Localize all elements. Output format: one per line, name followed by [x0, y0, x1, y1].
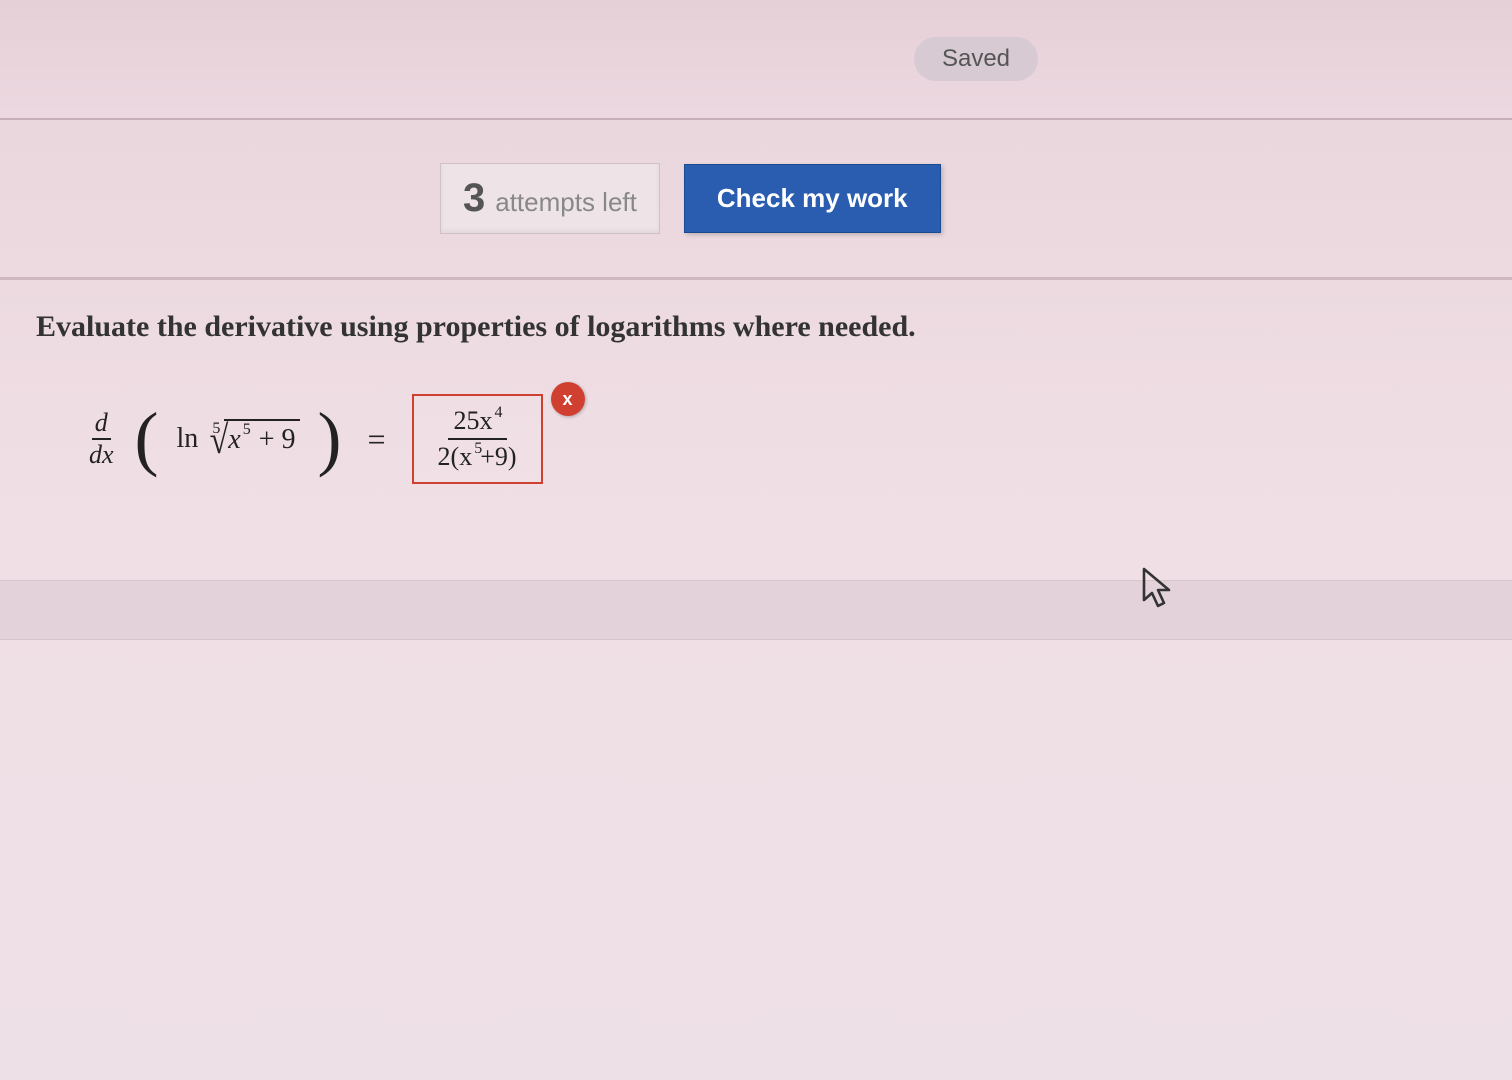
- attempts-count: 3: [463, 176, 485, 221]
- radical-icon: √: [210, 416, 229, 463]
- d-numerator: d: [92, 410, 111, 440]
- toolbar: 3 attempts left Check my work: [0, 120, 1512, 280]
- dx-denominator: dx: [86, 440, 117, 468]
- denominator-tail: +9): [480, 442, 516, 472]
- ln-label: ln: [177, 423, 199, 455]
- numerator-coefficient: 25x: [454, 406, 493, 436]
- answer-numerator: 25x 4: [448, 404, 507, 440]
- radicand-base: x: [228, 424, 240, 456]
- attempts-label: attempts left: [495, 187, 637, 218]
- header-bar: Saved: [0, 0, 1512, 120]
- denominator-exponent: 5: [474, 440, 482, 458]
- equation: d dx ( ln 5 √ x 5 + 9 ) = 25x 4: [36, 394, 1476, 484]
- answer-fraction: 25x 4 2(x 5 +9): [432, 404, 523, 474]
- answer-input-box[interactable]: 25x 4 2(x 5 +9) x: [412, 394, 543, 484]
- attempts-remaining: 3 attempts left: [440, 163, 660, 234]
- numerator-exponent: 4: [495, 404, 503, 422]
- plus-nine: + 9: [259, 424, 296, 456]
- question-panel: Evaluate the derivative using properties…: [0, 280, 1512, 514]
- question-prompt: Evaluate the derivative using properties…: [36, 310, 1476, 344]
- equals-sign: =: [367, 421, 385, 458]
- check-my-work-button[interactable]: Check my work: [684, 164, 941, 233]
- fifth-root: 5 √ x 5 + 9: [202, 416, 299, 463]
- radicand: x 5 + 9: [224, 419, 299, 459]
- section-divider: [0, 580, 1512, 640]
- left-paren: (: [135, 410, 159, 468]
- derivative-operator: d dx: [86, 410, 117, 468]
- radicand-exponent: 5: [243, 421, 251, 439]
- ln-root-expression: ln 5 √ x 5 + 9: [177, 416, 300, 463]
- answer-denominator: 2(x 5 +9): [432, 440, 523, 474]
- saved-status-badge: Saved: [914, 37, 1038, 81]
- right-paren: ): [318, 410, 342, 468]
- incorrect-icon: x: [551, 382, 585, 416]
- denominator-lead: 2(x: [438, 442, 473, 472]
